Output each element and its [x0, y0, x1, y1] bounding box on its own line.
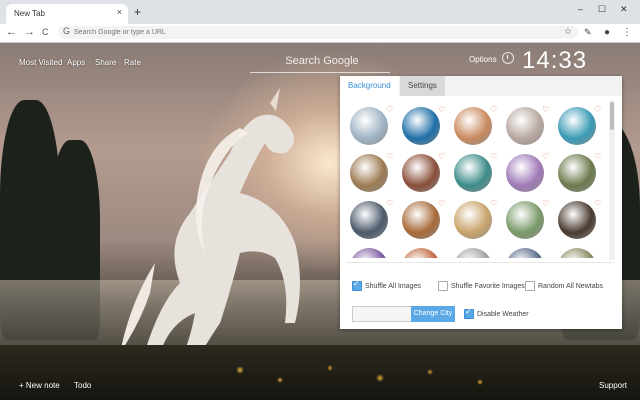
shuffle-all-checkbox[interactable]	[352, 279, 362, 291]
background-thumbnail[interactable]	[506, 201, 544, 239]
favorite-heart-icon[interactable]: ♡	[490, 105, 497, 114]
tab-settings[interactable]: Settings	[400, 76, 445, 96]
favorite-heart-icon[interactable]: ♡	[542, 152, 549, 161]
favorite-heart-icon[interactable]: ♡	[594, 152, 601, 161]
panel-tabs: Background Settings	[340, 76, 622, 96]
bookmark-star-icon[interactable]: ☆	[564, 26, 572, 37]
favorite-heart-icon[interactable]: ♡	[438, 152, 445, 161]
favorite-heart-icon[interactable]: ♡	[386, 105, 393, 114]
tab-strip: New Tab × + – ☐ ✕	[0, 0, 640, 24]
unicorn-figure	[120, 88, 300, 374]
options-panel: Background Settings ♡ ♡ ♡ ♡ ♡ ♡ ♡ ♡ ♡ ♡ ♡ ♡ ♡ ♡ ♡ Shuf…	[340, 76, 622, 329]
background-thumbnail[interactable]	[454, 154, 492, 192]
omnibox-input[interactable]	[74, 27, 454, 38]
favorite-heart-icon[interactable]: ♡	[438, 199, 445, 208]
favorite-heart-icon[interactable]: ♡	[594, 105, 601, 114]
tab-new-tab[interactable]: New Tab ×	[6, 4, 128, 24]
background-thumbnail[interactable]	[506, 107, 544, 145]
new-note-link[interactable]: + New note	[19, 381, 60, 390]
change-city-button[interactable]: Change City	[411, 306, 455, 322]
search-google-input[interactable]	[250, 50, 394, 72]
extension-icon[interactable]: ✎	[584, 27, 592, 38]
favorite-heart-icon[interactable]: ♡	[490, 152, 497, 161]
background-thumbnail[interactable]	[402, 248, 440, 258]
random-all-option[interactable]: Random All Newtabs	[525, 281, 603, 293]
background-thumbnail[interactable]	[454, 201, 492, 239]
shuffle-favorite-label: Shuffle Favorite Images	[451, 282, 525, 290]
background-thumbnail[interactable]	[402, 201, 440, 239]
background-thumbnail[interactable]	[402, 107, 440, 145]
background-thumbnail[interactable]	[402, 154, 440, 192]
background-thumbnail[interactable]	[350, 201, 388, 239]
tab-background[interactable]: Background	[340, 76, 399, 96]
shuffle-favorite-checkbox[interactable]	[438, 281, 448, 291]
rate-link[interactable]: Rate	[124, 58, 141, 67]
omnibox[interactable]: G ☆	[58, 26, 578, 39]
todo-link[interactable]: Todo	[74, 381, 91, 390]
background-thumbnail[interactable]	[454, 107, 492, 145]
favorite-heart-icon[interactable]: ♡	[542, 105, 549, 114]
clock-icon[interactable]	[502, 52, 514, 64]
background-thumbnail[interactable]	[350, 107, 388, 145]
reload-icon[interactable]: C	[42, 27, 49, 37]
background-thumbnail[interactable]	[350, 248, 388, 258]
random-all-label: Random All Newtabs	[538, 282, 603, 290]
favorite-heart-icon[interactable]: ♡	[438, 105, 445, 114]
gallery-scrollbar[interactable]	[609, 100, 615, 260]
back-icon[interactable]: ←	[6, 26, 17, 38]
clock-time: 14:33	[522, 47, 588, 74]
options-link[interactable]: Options	[469, 55, 497, 64]
city-input[interactable]	[352, 306, 412, 322]
disable-weather-option[interactable]: Disable Weather	[464, 307, 529, 319]
divider	[346, 262, 614, 263]
favorite-heart-icon[interactable]: ♡	[542, 199, 549, 208]
share-link[interactable]: Share	[95, 58, 116, 67]
forward-icon[interactable]: →	[24, 26, 35, 38]
scrollbar-thumb[interactable]	[610, 102, 614, 130]
tab-close-icon[interactable]: ×	[117, 7, 122, 17]
google-search-icon: G	[63, 26, 71, 36]
minimize-icon[interactable]: –	[578, 4, 583, 14]
background-thumbnail[interactable]	[506, 154, 544, 192]
background-thumbnail[interactable]	[506, 248, 544, 258]
favorite-heart-icon[interactable]: ♡	[490, 199, 497, 208]
background-thumbnail[interactable]	[558, 248, 596, 258]
favorite-heart-icon[interactable]: ♡	[594, 199, 601, 208]
shuffle-favorite-option[interactable]: Shuffle Favorite Images	[438, 281, 525, 293]
background-thumbnail[interactable]	[454, 248, 492, 258]
most-visited-link[interactable]: Most Visited	[19, 58, 62, 67]
background-thumbnail[interactable]	[558, 107, 596, 145]
profile-avatar-icon[interactable]: ●	[604, 27, 610, 38]
disable-weather-checkbox[interactable]	[464, 307, 474, 319]
random-all-checkbox[interactable]	[525, 281, 535, 291]
background-thumbnail[interactable]	[558, 154, 596, 192]
browser-toolbar: ← → C G ☆ ✎ ● ⋮	[0, 24, 640, 43]
maximize-icon[interactable]: ☐	[598, 4, 606, 15]
flowers	[220, 360, 520, 390]
shuffle-all-label: Shuffle All Images	[365, 282, 421, 290]
browser-window: New Tab × + – ☐ ✕ ← → C G ☆ ✎ ● ⋮	[0, 0, 640, 400]
chrome-menu-icon[interactable]: ⋮	[622, 27, 632, 38]
disable-weather-label: Disable Weather	[477, 310, 529, 318]
apps-link[interactable]: Apps	[67, 58, 85, 67]
search-google-box[interactable]	[250, 50, 394, 73]
favorite-heart-icon[interactable]: ♡	[386, 152, 393, 161]
shuffle-all-option[interactable]: Shuffle All Images	[352, 279, 421, 293]
favorite-heart-icon[interactable]: ♡	[386, 199, 393, 208]
support-link[interactable]: Support	[599, 381, 627, 390]
background-thumbnail[interactable]	[558, 201, 596, 239]
background-thumbnail[interactable]	[350, 154, 388, 192]
close-window-icon[interactable]: ✕	[620, 4, 628, 15]
background-gallery: ♡ ♡ ♡ ♡ ♡ ♡ ♡ ♡ ♡ ♡ ♡ ♡ ♡ ♡ ♡	[346, 104, 608, 258]
new-tab-button[interactable]: +	[134, 5, 141, 19]
tab-title: New Tab	[14, 9, 45, 18]
